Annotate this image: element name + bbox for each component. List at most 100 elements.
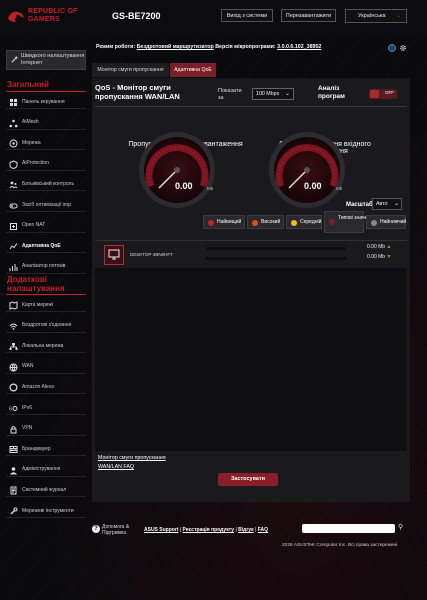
app-analysis-toggle[interactable]: OFF — [369, 89, 397, 99]
aimesh-icon — [9, 119, 18, 127]
sidebar-item-label: AiProtection — [22, 160, 49, 167]
sidebar-item-ipv6[interactable]: 6 IPv6 — [6, 401, 86, 415]
sidebar-item-label: Брандмауер — [22, 445, 51, 452]
wan-lan-faq-link[interactable]: WAN/LAN FAQ — [98, 464, 134, 470]
sidebar-item-label: Аналізатор потоків — [22, 263, 66, 270]
sidebar-item-traffic[interactable]: Аналізатор потоків — [6, 260, 86, 274]
download-unit: Mb — [336, 186, 343, 191]
faq-link[interactable]: FAQ — [258, 527, 268, 533]
rog-logo-icon — [8, 11, 24, 22]
computer-icon — [104, 245, 124, 265]
sidebar-item-label: Карта мережі — [22, 301, 53, 308]
show-by-label: Показати за — [218, 88, 242, 101]
traffic-icon — [9, 263, 18, 271]
svg-text:6: 6 — [9, 407, 12, 413]
sidebar-item-map[interactable]: Карта мережі — [6, 298, 86, 312]
download-value: 0.00 — [304, 181, 322, 191]
panel-divider — [95, 106, 407, 107]
sidebar-item-label: Панель керування — [22, 98, 65, 105]
footer-links: ASUS Support | Реєстрація продукту | Від… — [144, 527, 269, 533]
arrow-up-icon: ▲ — [386, 244, 392, 250]
logout-button[interactable]: Вихід з системи — [221, 9, 273, 22]
sidebar-item-label: Amazon Alexa — [22, 383, 54, 390]
bandwidth-monitor-link[interactable]: Монітор смуги пропускання — [98, 455, 166, 461]
device-row[interactable]: DESKTOP-4BN0HFT 0.00 Mb ▲ 0.00 Mb ▼ — [95, 240, 407, 270]
top-header: REPUBLIC OF GAMERS GS-BE7200 Вихід з сис… — [0, 0, 427, 34]
globe-icon — [9, 363, 18, 372]
upload-gauge — [139, 132, 215, 208]
sidebar-item-label: IPv6 — [22, 404, 33, 411]
tab-adaptive-qoe[interactable]: Адаптивна QoE — [170, 63, 216, 77]
sidebar-item-parental[interactable]: Батьківський контроль — [6, 177, 86, 192]
search-icon[interactable]: ⚲ — [398, 523, 403, 531]
sidebar-item-globe[interactable]: WAN — [6, 360, 86, 374]
sidebar-item-label: Системний журнал — [22, 486, 67, 493]
chevron-down-icon: ⌄ — [395, 13, 401, 19]
shield-icon — [9, 160, 18, 169]
toggle-knob — [370, 90, 379, 98]
model-name: GS-BE7200 — [112, 11, 161, 21]
language-select[interactable]: Українська ⌄ — [345, 9, 407, 23]
sidebar-item-label: Локальна мережа — [22, 342, 64, 349]
apply-button[interactable]: Застосувати — [218, 473, 278, 486]
sidebar-item-firewall[interactable]: Брандмауер — [6, 442, 86, 457]
alexa-icon — [9, 383, 18, 392]
advanced-section-title: Додаткові налаштування — [7, 275, 65, 293]
nat-icon — [9, 222, 17, 230]
priority-dot — [371, 219, 377, 226]
sidebar-item-dashboard[interactable]: Панель керування — [6, 95, 86, 109]
sidebar-item-vpn[interactable]: VPN — [6, 422, 86, 436]
quick-setup-button[interactable]: Швидкого налаштування Інтернет — [6, 50, 86, 70]
sidebar-item-label: AiMesh — [22, 119, 39, 126]
chevron-down-icon: ⌄ — [393, 201, 399, 207]
sidebar-item-tools[interactable]: Мережеві інструменти — [6, 504, 86, 518]
tab-bandwidth-monitor[interactable]: Монітор смуги пропускання — [92, 63, 169, 77]
sidebar-item-label: Адміністрування — [22, 466, 61, 473]
reboot-button[interactable]: Перезавантажити — [281, 9, 336, 22]
priority-dot — [252, 219, 258, 226]
sidebar-item-gamepad[interactable]: Засіб оптимізації ігор — [6, 198, 86, 212]
device-download-rate: 0.00 Mb ▼ — [367, 254, 392, 260]
sidebar-item-aimesh[interactable]: AiMesh — [6, 116, 86, 130]
operation-mode-link[interactable]: Бездротовий маршрутизатор — [137, 44, 214, 50]
sidebar-item-label: Open NAT — [22, 222, 46, 229]
footer-search-input[interactable] — [302, 524, 395, 533]
sidebar-item-label: Мережа — [22, 139, 41, 146]
chevron-down-icon: ⌄ — [284, 91, 290, 97]
tools-icon — [9, 507, 18, 515]
priority-dot — [208, 219, 214, 226]
help-icon: ? — [92, 525, 100, 533]
sidebar-item-admin[interactable]: Адміністрування — [6, 463, 86, 477]
sidebar-item-label: Засіб оптимізації ігор — [22, 201, 71, 208]
gamepad-icon — [9, 201, 18, 209]
gear-icon[interactable] — [399, 44, 407, 52]
priority-default: Типові значення — [324, 211, 376, 233]
priority-medium: Середній — [286, 215, 322, 229]
network-status-icon[interactable] — [388, 44, 396, 52]
register-link[interactable]: Реєстрація продукту — [183, 527, 235, 533]
sidebar-item-label: WAN — [22, 363, 34, 370]
sidebar-item-qos[interactable]: Адаптивна QoE — [6, 239, 86, 254]
sidebar-item-alexa[interactable]: Amazon Alexa — [6, 380, 86, 395]
device-name: DESKTOP-4BN0HFT — [130, 252, 173, 257]
priority-high: Високий — [247, 215, 284, 229]
firmware-link[interactable]: 3.0.0.6.102_38952 — [277, 44, 321, 50]
feedback-link[interactable]: Відгук — [238, 527, 254, 533]
speed-select[interactable]: 100 Mbps ⌄ — [252, 88, 294, 100]
scale-label: Масштаб — [346, 202, 373, 208]
asus-support-link[interactable]: ASUS Support — [144, 527, 178, 533]
sidebar-item-label: Батьківський контроль — [22, 180, 75, 187]
qos-icon — [9, 242, 18, 250]
sidebar-item-network[interactable]: Мережа — [6, 136, 86, 151]
sidebar-item-shield[interactable]: AiProtection — [6, 157, 86, 171]
help-support-link[interactable]: Допомога & Підтримка — [102, 524, 142, 536]
sidebar-item-nat[interactable]: Open NAT — [6, 219, 86, 233]
sidebar-item-lan[interactable]: Локальна мережа — [6, 339, 86, 354]
sidebar-item-wireless[interactable]: Бездротові з'єднання — [6, 319, 86, 333]
log-icon — [9, 486, 17, 495]
lan-icon — [9, 342, 18, 351]
sidebar-item-label: Мережеві інструменти — [22, 507, 74, 514]
sidebar-item-log[interactable]: Системний журнал — [6, 483, 86, 498]
download-gauge — [269, 132, 345, 208]
scale-select[interactable]: Авто ⌄ — [372, 198, 402, 210]
